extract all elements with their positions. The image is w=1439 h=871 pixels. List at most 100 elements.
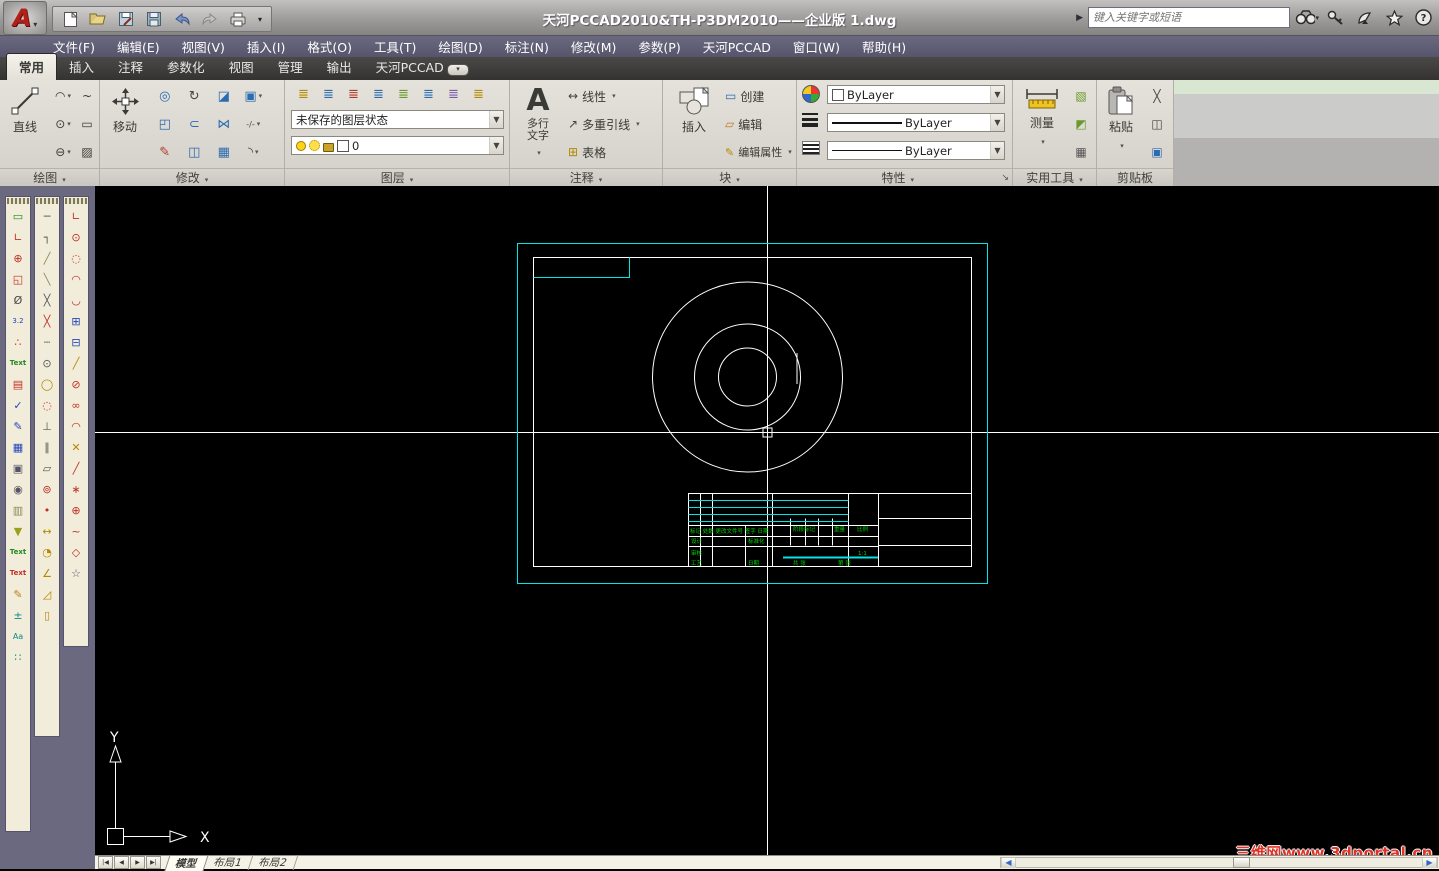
toolbar-button[interactable]: ✎ bbox=[8, 585, 28, 603]
modify-tool-button[interactable]: -/- bbox=[239, 110, 269, 138]
draw-tool-button[interactable]: ⊖ bbox=[50, 145, 76, 159]
toolbar-button[interactable]: ╱ bbox=[37, 249, 57, 267]
toolbar-button[interactable]: ∗ bbox=[66, 480, 86, 498]
utility-tool-button[interactable]: ▦ bbox=[1069, 145, 1093, 159]
paste-button[interactable]: 粘贴 bbox=[1099, 82, 1143, 166]
layout-nav-button[interactable]: ▶| bbox=[146, 856, 161, 869]
layout-tab[interactable]: 模型 bbox=[164, 854, 209, 871]
draw-tool-button[interactable]: ◠ bbox=[50, 89, 76, 103]
toolbar-button[interactable]: ╳ bbox=[37, 312, 57, 330]
redo-button[interactable] bbox=[199, 9, 221, 29]
toolbar-button[interactable]: ◉ bbox=[8, 480, 28, 498]
layer-tool-button[interactable]: ≣ bbox=[466, 83, 491, 105]
toolbar-button[interactable]: ▤ bbox=[8, 375, 28, 393]
toolbar-button[interactable]: ⊙ bbox=[37, 354, 57, 372]
line-button[interactable]: 直线 bbox=[2, 82, 48, 166]
lineweight-dropdown[interactable]: ByLayer ▼ bbox=[827, 113, 1005, 132]
save-button[interactable] bbox=[143, 9, 165, 29]
modify-tool-button[interactable]: ◰ bbox=[150, 110, 180, 138]
toolbar-button[interactable]: ▦ bbox=[8, 438, 28, 456]
print-button[interactable] bbox=[227, 9, 249, 29]
modify-tool-button[interactable]: ◫ bbox=[180, 138, 210, 166]
insert-block-button[interactable]: 插入 bbox=[669, 82, 719, 166]
toolbar-button[interactable]: ± bbox=[8, 606, 28, 624]
layer-tool-button[interactable]: ≣ bbox=[441, 83, 466, 105]
toolbar-button[interactable]: ┐ bbox=[37, 228, 57, 246]
horizontal-scrollbar[interactable]: ◀ ▶ bbox=[1000, 857, 1438, 868]
draw-tool-button[interactable]: ▨ bbox=[76, 145, 98, 159]
menu-item[interactable]: 标注(N) bbox=[494, 37, 560, 56]
utility-tool-button[interactable]: ◩ bbox=[1069, 117, 1093, 131]
toolbar-button[interactable]: ▭ bbox=[8, 207, 28, 225]
toolbar-button[interactable]: ∴ bbox=[8, 333, 28, 351]
layer-tool-button[interactable]: ≣ bbox=[291, 83, 316, 105]
toolbar-button[interactable]: 3.2 bbox=[8, 312, 28, 330]
toolbar-button[interactable]: ╲ bbox=[37, 270, 57, 288]
toolbar-button[interactable]: ⊚ bbox=[37, 480, 57, 498]
toolbar-button[interactable]: ⊕ bbox=[8, 249, 28, 267]
toolbar-button[interactable]: Text bbox=[8, 354, 28, 372]
toolbar-button[interactable]: ╱ bbox=[66, 354, 86, 372]
toolbar-button[interactable]: ⊟ bbox=[66, 333, 86, 351]
drawing-canvas[interactable]: 标记 处数 更改文件号 签字 日期 设计 标准化 阶段标记 重量 比例 审核 1… bbox=[95, 186, 1439, 855]
toolbar-button[interactable]: Aa bbox=[8, 627, 28, 645]
toolbar-button[interactable]: ─ bbox=[37, 207, 57, 225]
toolbar-button[interactable]: ✓ bbox=[8, 396, 28, 414]
toolbar-button[interactable]: ▱ bbox=[37, 459, 57, 477]
clipboard-tool-button[interactable]: ╳ bbox=[1145, 89, 1169, 103]
toolbar-button[interactable]: • bbox=[37, 501, 57, 519]
modify-tool-button[interactable]: ▣ bbox=[239, 82, 269, 110]
panel-caption-annotate[interactable]: 注释 bbox=[510, 168, 663, 186]
layer-tool-button[interactable]: ≣ bbox=[341, 83, 366, 105]
toolbar-grip-handle[interactable] bbox=[7, 198, 29, 204]
toolbar-button[interactable]: ◠ bbox=[66, 270, 86, 288]
new-button[interactable] bbox=[59, 9, 81, 29]
dropdown-arrow-icon[interactable]: ▼ bbox=[489, 111, 503, 128]
layer-unlock-icon[interactable] bbox=[323, 142, 334, 152]
panel-caption-modify[interactable]: 修改 bbox=[100, 168, 285, 186]
toolbar-button[interactable]: ▼ bbox=[8, 522, 28, 540]
toolbar-button[interactable]: ∟ bbox=[66, 207, 86, 225]
menu-item[interactable]: 窗口(W) bbox=[782, 37, 851, 56]
linetype-dropdown[interactable]: ByLayer ▼ bbox=[827, 141, 1005, 160]
undo-button[interactable] bbox=[171, 9, 193, 29]
toolbar-grip-handle[interactable] bbox=[65, 198, 87, 204]
ribbon-tab[interactable]: 常用 bbox=[6, 53, 58, 80]
layout-tab[interactable]: 布局1 bbox=[203, 855, 254, 870]
layer-tool-button[interactable]: ≣ bbox=[316, 83, 341, 105]
toolbar-button[interactable]: ▣ bbox=[8, 459, 28, 477]
clipboard-tool-button[interactable]: ▣ bbox=[1145, 145, 1169, 159]
ribbon-tab[interactable]: 注释 bbox=[106, 54, 155, 80]
toolbar-button[interactable]: ⊕ bbox=[66, 501, 86, 519]
draw-tool-button[interactable]: ▭ bbox=[76, 117, 98, 131]
toolbar-button[interactable]: ⊞ bbox=[66, 312, 86, 330]
modify-tool-button[interactable]: ⊂ bbox=[180, 110, 210, 138]
layout-tab[interactable]: 布局2 bbox=[248, 855, 298, 870]
favorites-star-icon[interactable] bbox=[1382, 7, 1406, 28]
toolbar-button[interactable]: ⊙ bbox=[66, 228, 86, 246]
toolbar-button[interactable]: ∷ bbox=[8, 648, 28, 666]
panel-caption-properties[interactable]: 特性 ↘ bbox=[797, 168, 1013, 186]
ribbon-tab[interactable]: 输出 bbox=[315, 54, 364, 80]
ribbon-minimize-button[interactable]: ▾ bbox=[447, 64, 469, 76]
scrollbar-thumb[interactable] bbox=[1233, 857, 1250, 868]
dropdown-arrow-icon[interactable]: ▼ bbox=[489, 137, 503, 154]
clipboard-tool-button[interactable]: ◫ bbox=[1145, 117, 1169, 131]
modify-tool-button[interactable]: ◝ bbox=[239, 138, 269, 166]
infocenter-search-input[interactable] bbox=[1088, 7, 1290, 28]
linear-dim-button[interactable]: ↔ 线性 bbox=[568, 84, 616, 108]
ribbon-tab[interactable]: 插入 bbox=[57, 54, 106, 80]
mtext-button[interactable]: A 多行文字 bbox=[514, 82, 562, 166]
utility-tool-button[interactable]: ▧ bbox=[1069, 89, 1093, 103]
toolbar-button[interactable]: ∞ bbox=[66, 396, 86, 414]
menu-item[interactable]: 天河PCCAD bbox=[692, 37, 782, 56]
infocenter-expand-icon[interactable]: ▶ bbox=[1076, 13, 1083, 23]
scroll-left-icon[interactable]: ◀ bbox=[1001, 857, 1016, 868]
modify-tool-button[interactable]: ▦ bbox=[209, 138, 239, 166]
panel-caption-layers[interactable]: 图层 bbox=[285, 168, 510, 186]
toolbar-button[interactable]: ◯ bbox=[37, 375, 57, 393]
toolbar-button[interactable]: ▯ bbox=[37, 606, 57, 624]
toolbar-button[interactable]: ◱ bbox=[8, 270, 28, 288]
layout-nav-button[interactable]: ▶ bbox=[130, 856, 145, 869]
menu-item[interactable]: 参数(P) bbox=[627, 37, 691, 56]
